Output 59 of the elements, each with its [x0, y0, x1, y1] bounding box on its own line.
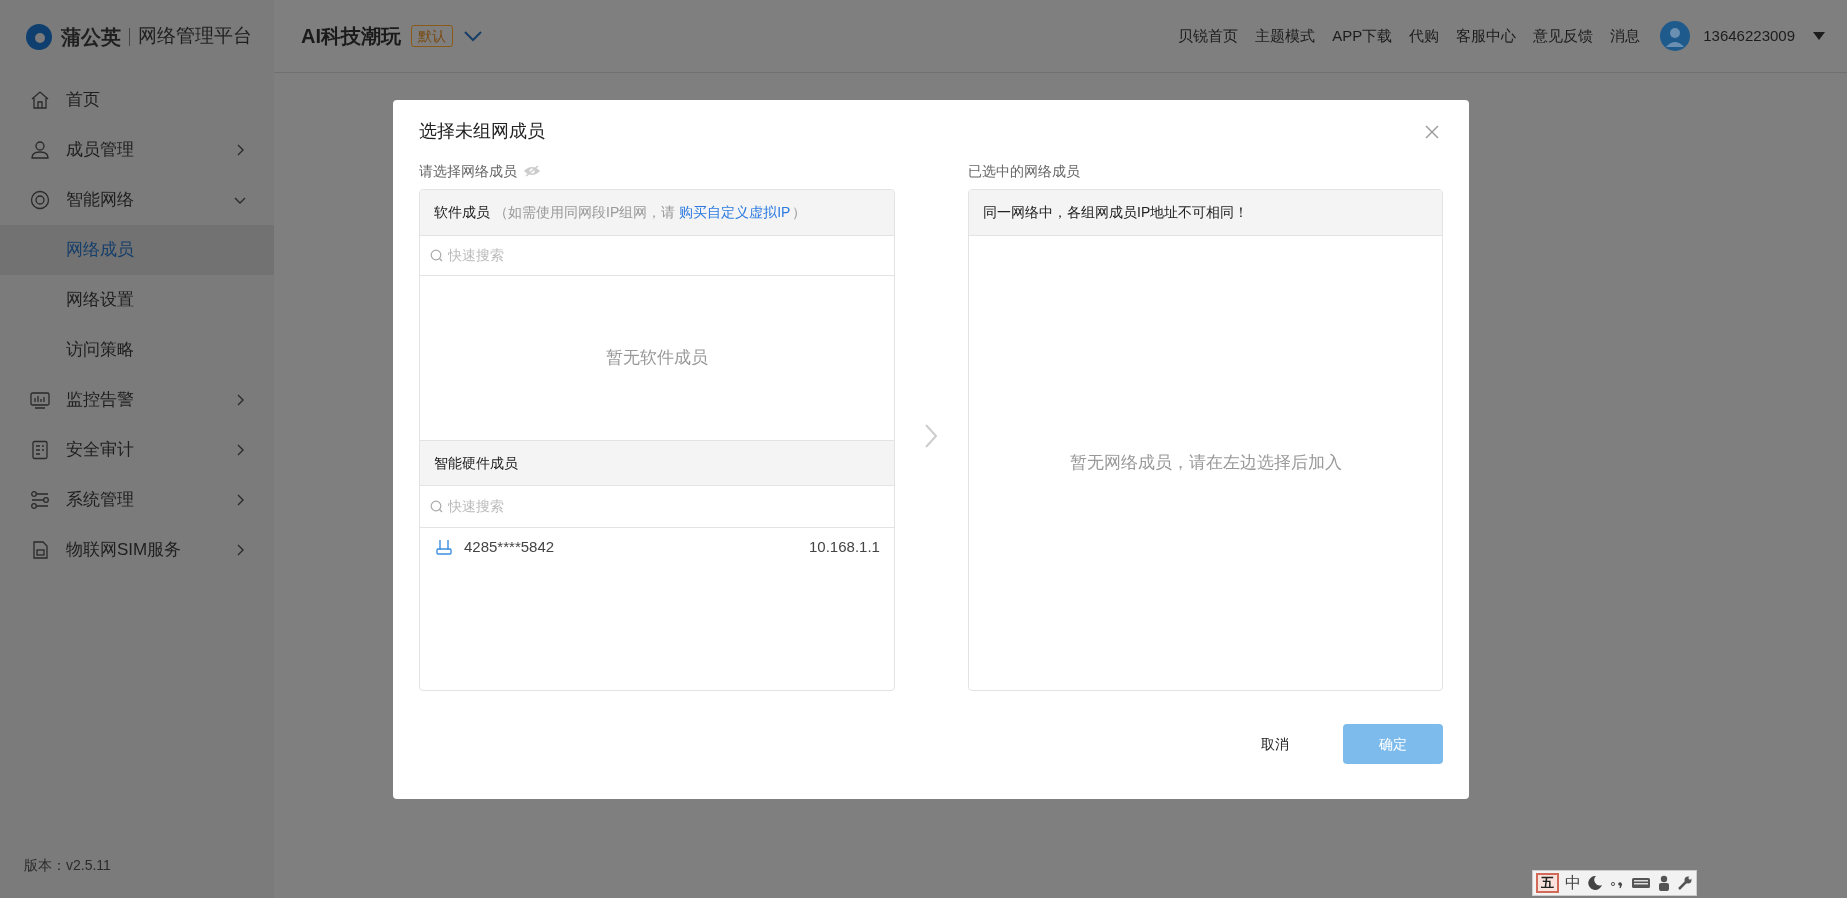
search-field[interactable]: 快速搜索 — [448, 496, 848, 517]
header-link[interactable]: APP下载 — [1332, 24, 1393, 48]
ime-language-button[interactable]: 中 — [1565, 874, 1581, 892]
header-link[interactable]: 贝锐首页 — [1178, 24, 1239, 48]
header-link[interactable]: 客服中心 — [1456, 24, 1517, 48]
sidebar-subitem[interactable]: 访问策略 — [0, 325, 274, 375]
router-icon — [436, 539, 452, 555]
sidebar-item[interactable]: 首页 — [0, 75, 274, 125]
search-icon — [430, 249, 443, 262]
close-icon[interactable] — [1425, 124, 1439, 139]
panel-title: 软件成员 — [434, 203, 490, 222]
home-icon — [30, 90, 50, 110]
search-icon — [430, 500, 443, 513]
brand-name: 蒲公英 — [61, 24, 121, 50]
section-label: 已选中的网络成员 — [968, 161, 1081, 181]
keyboard-icon[interactable] — [1631, 876, 1651, 890]
header-link[interactable]: 意见反馈 — [1533, 24, 1594, 48]
header-link[interactable]: 代购 — [1409, 24, 1440, 48]
user-phone[interactable]: 13646223009 — [1703, 24, 1795, 48]
sidebar-item[interactable]: 安全审计 — [0, 425, 274, 475]
dropdown-icon[interactable] — [463, 30, 483, 42]
person-icon — [30, 140, 50, 160]
moon-icon[interactable] — [1587, 875, 1603, 891]
buy-ip-link[interactable]: 购买自定义虚拟IP — [679, 202, 791, 223]
version-label: 版本：v2.5.11 — [23, 856, 112, 875]
hint-text: ） — [792, 203, 807, 222]
notice-text: 同一网络中，各组网成员IP地址不可相同！ — [983, 203, 1249, 222]
empty-message: 暂无软件成员 — [605, 347, 708, 370]
dialog-title: 选择未组网成员 — [419, 120, 545, 143]
sidebar-item[interactable]: 成员管理 — [0, 125, 274, 175]
network-icon — [30, 190, 50, 210]
wrench-icon[interactable] — [1677, 875, 1693, 891]
panel-title: 智能硬件成员 — [434, 453, 518, 473]
avatar-icon[interactable] — [1660, 21, 1691, 51]
default-badge: 默认 — [411, 25, 453, 47]
header-link[interactable]: 主题模式 — [1255, 24, 1316, 48]
sidebar-item[interactable]: 监控告警 — [0, 375, 274, 425]
empty-message: 暂无网络成员，请在左边选择后加入 — [1069, 452, 1342, 475]
document-icon — [30, 440, 50, 460]
brand-subtitle: 网络管理平台 — [138, 24, 252, 49]
person-icon[interactable] — [1657, 875, 1671, 891]
section-label: 请选择网络成员 — [419, 161, 517, 181]
sidebar-subitem[interactable]: 网络设置 — [0, 275, 274, 325]
sidebar-item[interactable]: 智能网络 — [0, 175, 274, 225]
logo-icon — [25, 22, 53, 51]
ime-mode-button[interactable]: 五 — [1536, 873, 1559, 893]
sidebar-subitem[interactable]: 网络成员 — [0, 225, 274, 275]
sidebar-item[interactable]: 物联网SIM服务 — [0, 525, 274, 575]
sidebar-item[interactable]: 系统管理 — [0, 475, 274, 525]
caret-icon[interactable] — [1813, 32, 1825, 40]
sim-card-icon — [30, 540, 50, 560]
search-field[interactable]: 快速搜索 — [448, 245, 848, 266]
member-row[interactable]: 4285****5842 10.168.1.1 — [420, 528, 894, 566]
network-name: AI科技潮玩 — [301, 24, 401, 49]
cancel-button[interactable]: 取消 — [1247, 724, 1303, 764]
header-link[interactable]: 消息 — [1610, 24, 1641, 48]
sliders-icon — [30, 490, 50, 510]
hint-text: （如需使用同网段IP组网，请 — [494, 203, 676, 222]
monitor-chart-icon — [30, 390, 50, 410]
